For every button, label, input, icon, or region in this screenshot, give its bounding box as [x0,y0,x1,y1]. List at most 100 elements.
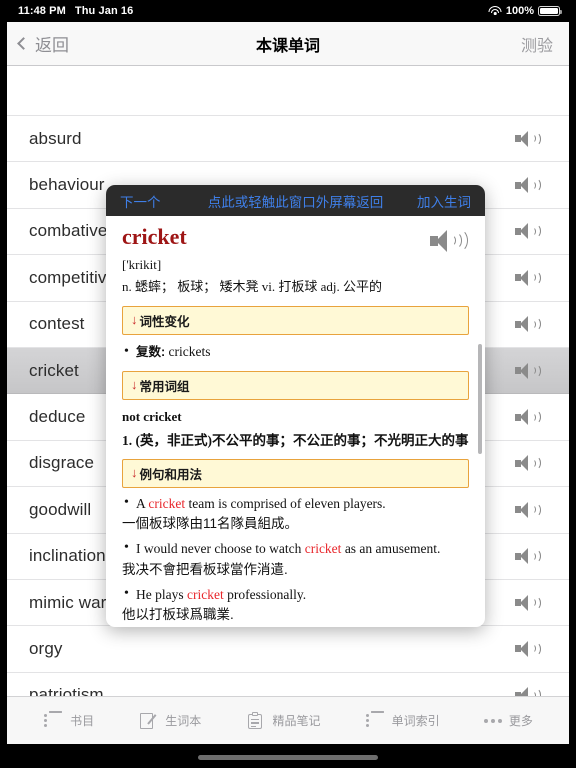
word-label: behaviour [29,175,105,195]
arrow-down-icon: ↓ [131,376,138,392]
status-bar-left: 11:48 PM Thu Jan 16 [18,5,133,17]
inflection-value: crickets [168,343,211,359]
example-keyword: cricket [148,495,186,511]
clipboard-icon [245,711,265,731]
list-icon [43,710,63,731]
popup-toolbar: 下一个 点此或轻触此窗口外屏幕返回 加入生词 [106,185,485,216]
speaker-icon[interactable] [515,268,541,288]
battery-percent-label: 100% [505,5,534,17]
definition-panel[interactable]: cricket ['krikit] n. 蟋蟀； 板球； 矮木凳 vi. 打板球… [106,216,485,627]
example-sentence-en: He plays cricket professionally. [122,585,469,604]
back-button-label: 返回 [35,36,69,55]
example-post: professionally. [223,586,307,602]
speaker-icon[interactable] [515,593,541,613]
headword: cricket [122,224,187,249]
tab-catalog[interactable]: 书目 [43,710,95,731]
word-label: deduce [29,407,86,427]
tab-label: 精品笔记 [272,714,321,728]
page-title: 本课单词 [255,37,320,55]
tab-label: 单词索引 [391,714,440,728]
speaker-icon[interactable] [429,227,468,254]
example-post: as an amusement. [341,541,441,557]
section-header-label: 例句和用法 [139,467,203,482]
example-sentence-en: A cricket team is comprised of eleven pl… [122,494,469,513]
app-window: 返回 本课单词 测验 absurd behaviour combative co… [7,22,569,744]
word-label: inclination [29,546,106,566]
word-label: patriotism [29,685,104,696]
part-of-speech-line: n. 蟋蟀； 板球； 矮木凳 vi. 打板球 adj. 公平的 [122,279,382,294]
word-label: goodwill [29,499,92,519]
quiz-button[interactable]: 测验 [521,32,553,56]
headword-row: cricket [122,224,469,254]
inflection-item: 复数: crickets [122,342,469,362]
popup-scrollbar[interactable] [478,344,482,454]
section-header-phrases[interactable]: ↓ 常用词组 [122,370,469,400]
speaker-icon[interactable] [515,500,541,520]
speaker-icon[interactable] [515,407,541,427]
status-bar-right: 100% [488,5,562,17]
tab-word-index[interactable]: 单词索引 [365,710,440,731]
battery-full-icon [538,6,562,16]
ipad-screen: 11:48 PM Thu Jan 16 100% 返回 本课单词 测验 absu… [0,0,576,768]
ellipsis-icon [483,711,502,731]
add-to-vocabulary-button[interactable]: 加入生词 [417,191,471,211]
example-sentence-en: I would never choose to watch cricket as… [122,539,469,558]
example-pre: I would never choose to watch [136,541,305,557]
example-pre: He plays [136,586,187,602]
table-row[interactable]: patriotism [7,672,569,696]
table-row[interactable]: absurd [7,116,569,163]
word-label: competitive [29,267,117,287]
phonetic-transcription: ['krikit] [122,257,162,272]
next-word-button[interactable]: 下一个 [120,191,161,211]
word-label: orgy [29,638,63,658]
word-label: disgrace [29,453,95,473]
tab-vocabulary-book[interactable]: 生词本 [138,711,201,731]
tab-label: 书目 [70,714,95,728]
word-label: absurd [29,128,82,148]
speaker-icon[interactable] [515,175,541,195]
phrase-term: not cricket [122,408,182,424]
list-header-spacer [7,66,569,116]
example-post: team is comprised of eleven players. [185,495,386,511]
inflection-key: 复数: [136,344,166,359]
tab-label: 生词本 [165,714,202,728]
speaker-icon[interactable] [515,685,541,696]
tab-label: 更多 [508,714,533,728]
speaker-icon[interactable] [515,129,541,149]
speaker-icon[interactable] [515,221,541,241]
example-keyword: cricket [304,541,342,557]
section-header-label: 常用词组 [139,379,190,394]
example-sentence-zh: 他以打板球爲職業. [122,607,234,623]
dictionary-popup: 下一个 点此或轻触此窗口外屏幕返回 加入生词 cricket ['krikit]… [106,185,485,627]
status-bar: 11:48 PM Thu Jan 16 100% [0,0,576,22]
back-button[interactable]: 返回 [17,31,69,56]
tab-more[interactable]: 更多 [483,711,533,731]
speaker-icon[interactable] [515,639,541,659]
status-date: Thu Jan 16 [74,5,134,17]
section-header-examples[interactable]: ↓ 例句和用法 [122,458,469,488]
list-icon [365,710,385,731]
wifi-icon [488,6,502,16]
word-label: contest [29,314,85,334]
tab-premium-notes[interactable]: 精品笔记 [245,711,320,731]
arrow-down-icon: ↓ [131,464,138,480]
table-row[interactable]: orgy [7,626,569,673]
speaker-icon[interactable] [515,361,541,381]
section-header-inflection[interactable]: ↓ 词性变化 [122,305,469,335]
example-sentence-zh: 我决不會把看板球當作消遣. [122,561,288,577]
home-indicator[interactable] [198,755,378,760]
speaker-icon[interactable] [515,314,541,334]
speaker-icon[interactable] [515,453,541,473]
arrow-down-icon: ↓ [131,311,138,327]
navigation-bar: 返回 本课单词 测验 [7,22,569,66]
chevron-left-icon [17,37,30,50]
example-keyword: cricket [187,586,224,602]
status-time: 11:48 PM [18,5,66,17]
note-pencil-icon [138,711,158,731]
word-label: cricket [29,360,79,380]
word-label: combative [29,221,108,241]
phrase-definition: 1. (英，非正式)不公平的事；不公正的事；不光明正大的事 [122,432,469,448]
speaker-icon[interactable] [515,546,541,566]
example-pre: A [136,495,149,511]
example-sentence-zh: 一個板球隊由11名隊員組成。 [122,516,299,532]
